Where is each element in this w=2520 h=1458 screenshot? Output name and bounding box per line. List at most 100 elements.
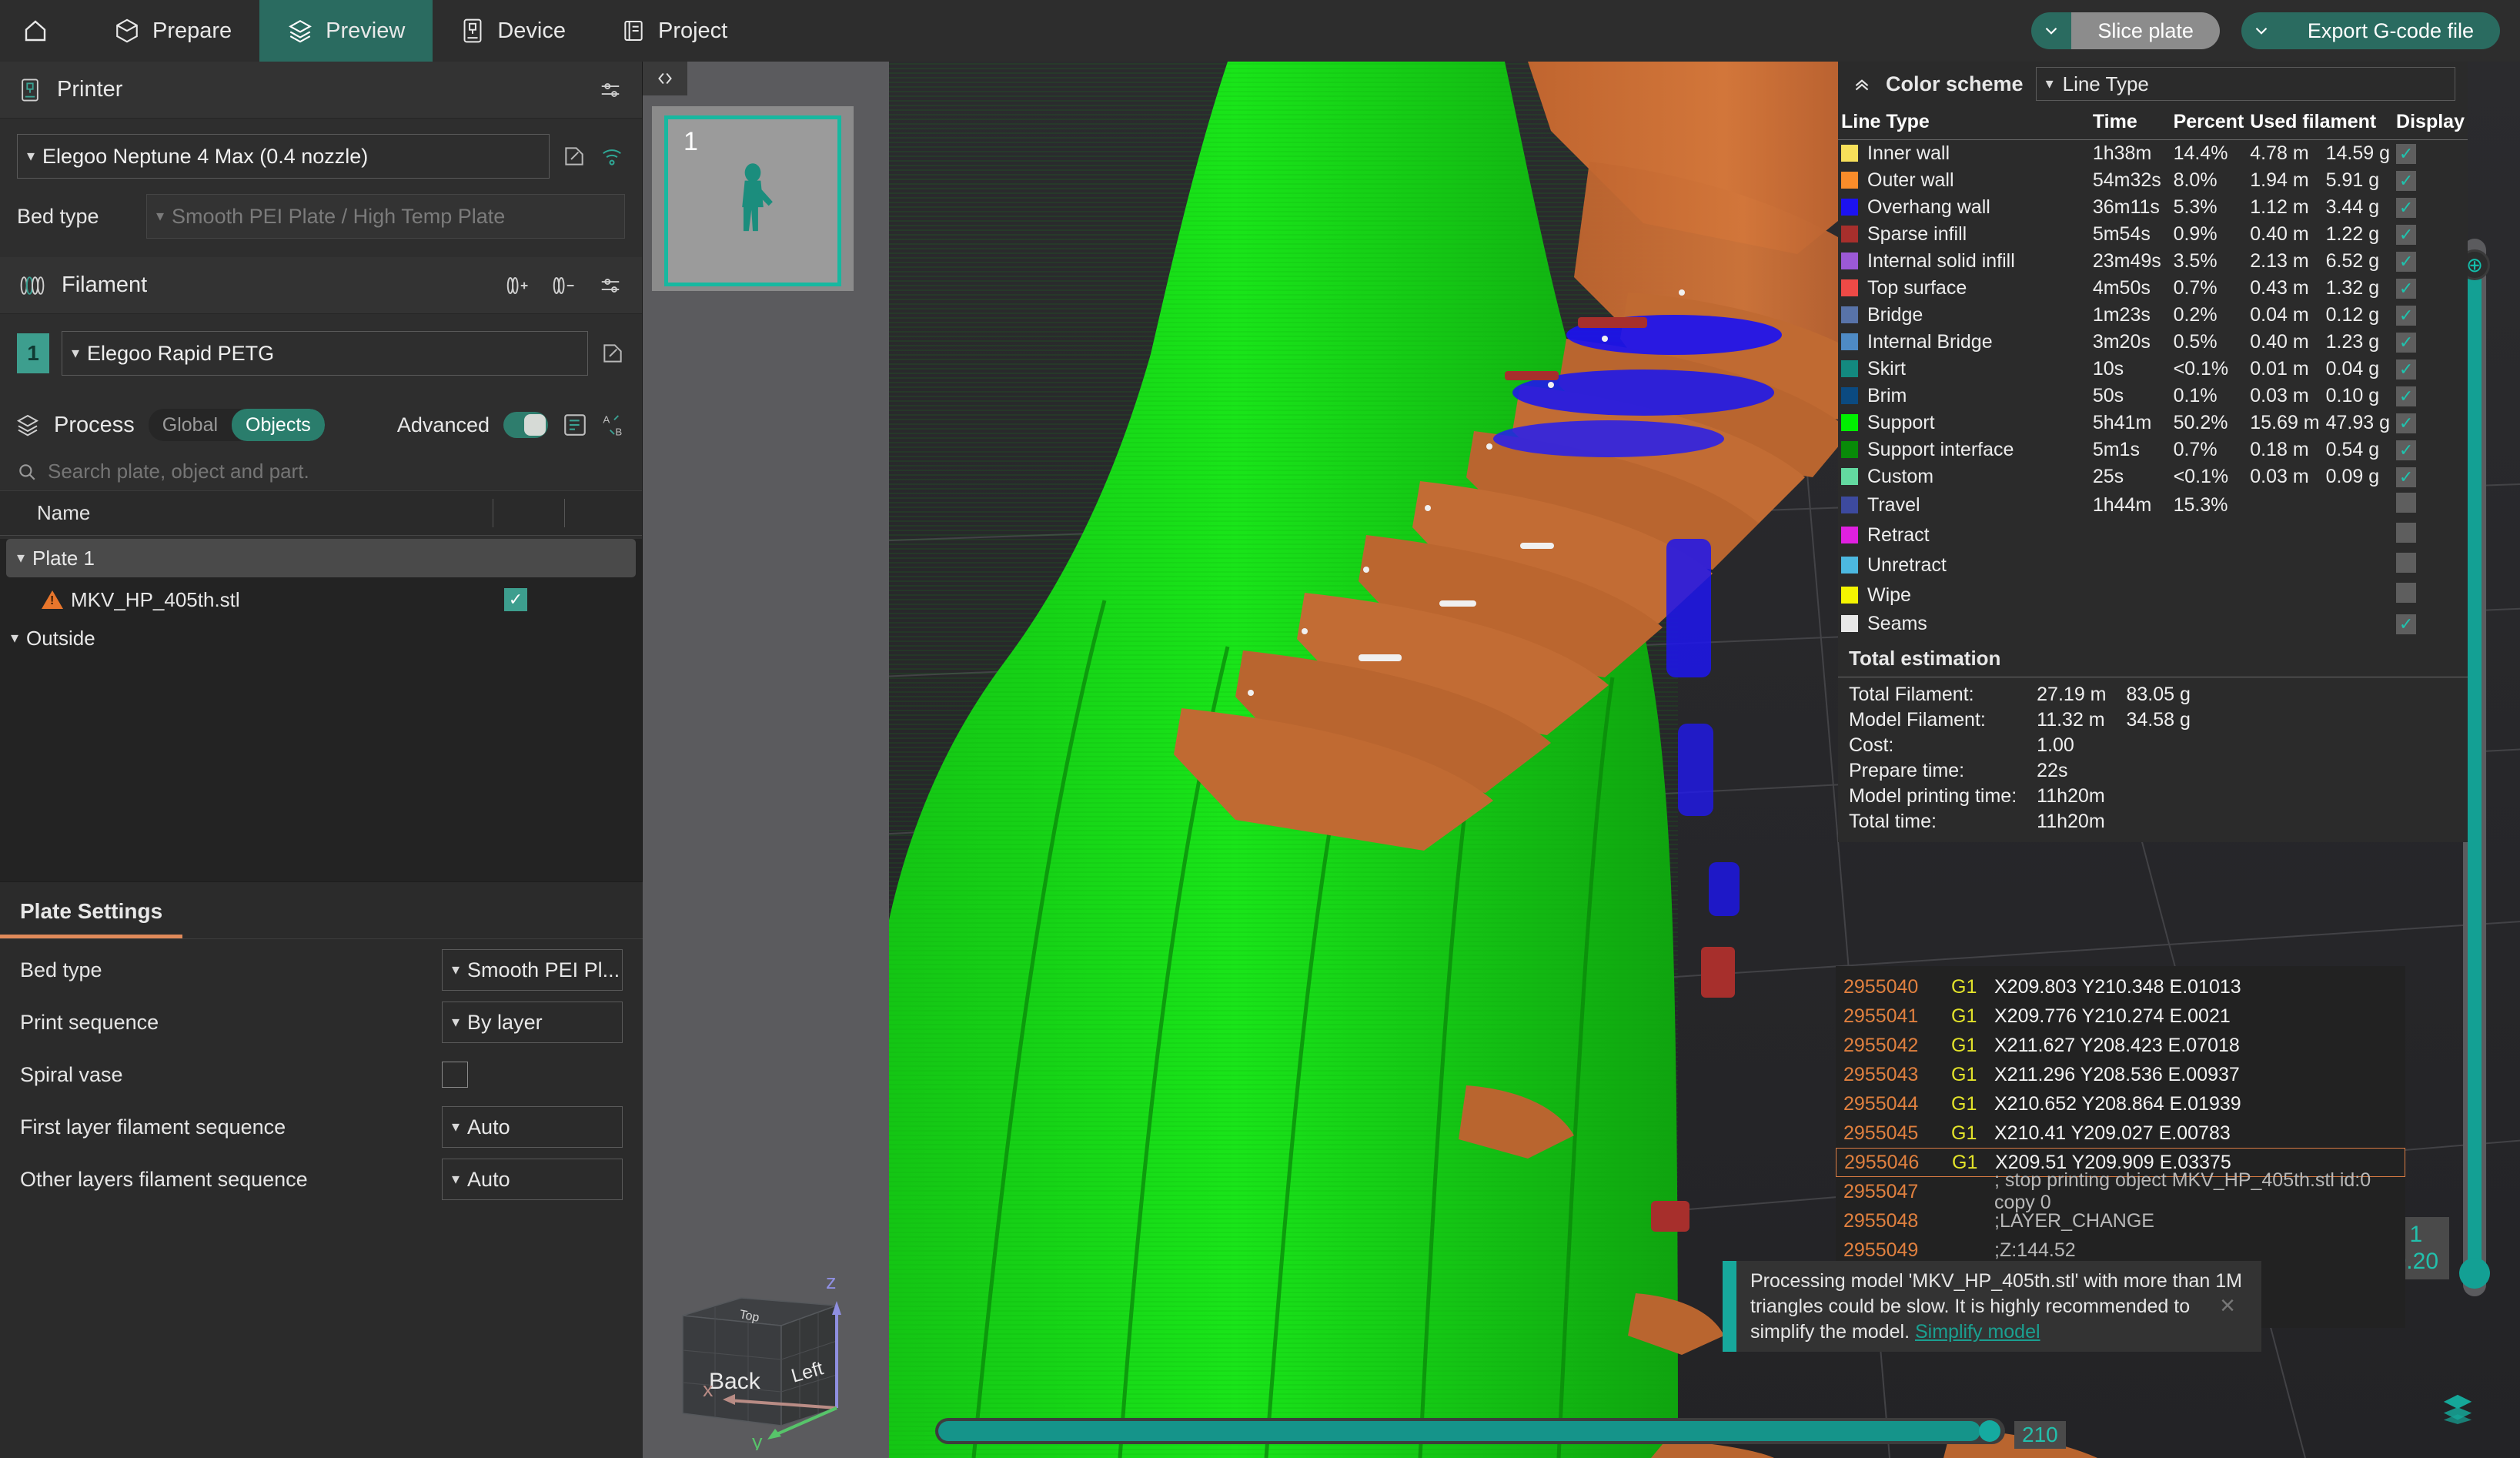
line-type-row[interactable]: Brim 50s 0.1% 0.03 m 0.10 g ✓ xyxy=(1838,383,2468,410)
tab-preview[interactable]: Preview xyxy=(259,0,433,62)
search-input[interactable] xyxy=(48,460,625,483)
sliders-icon[interactable] xyxy=(597,274,623,297)
line-type-display-checkbox[interactable]: ✓ xyxy=(2396,171,2417,191)
line-type-row[interactable]: Internal Bridge 3m20s 0.5% 0.40 m 1.23 g ✓ xyxy=(1838,329,2468,356)
line-type-display-checkbox[interactable]: ✓ xyxy=(2396,279,2417,299)
layers-view-icon[interactable] xyxy=(2440,1393,2475,1432)
export-gcode-dropdown-arrow[interactable] xyxy=(2241,12,2281,49)
plate-thumbnail[interactable]: 1 xyxy=(664,115,841,286)
line-type-row[interactable]: Support interface 5m1s 0.7% 0.18 m 0.54 g ✓ xyxy=(1838,436,2468,463)
gcode-line[interactable]: 2955045 G1 X210.41 Y209.027 E.00783 xyxy=(1836,1119,2405,1148)
tab-project[interactable]: Project xyxy=(593,0,755,62)
moves-slider[interactable] xyxy=(935,1418,2005,1444)
line-type-display-checkbox[interactable] xyxy=(2396,523,2417,543)
add-filament-icon[interactable] xyxy=(505,274,531,297)
line-type-row[interactable]: Outer wall 54m32s 8.0% 1.94 m 5.91 g ✓ xyxy=(1838,167,2468,194)
printer-model-select[interactable]: ▾ Elegoo Neptune 4 Max (0.4 nozzle) xyxy=(17,134,550,179)
line-type-row[interactable]: Unretract xyxy=(1838,550,2468,580)
line-type-display-checkbox[interactable]: ✓ xyxy=(2396,413,2417,433)
plate-settings-tab[interactable]: Plate Settings xyxy=(0,882,183,938)
remove-filament-icon[interactable] xyxy=(551,274,577,297)
line-type-display-checkbox[interactable]: ✓ xyxy=(2396,198,2417,218)
toast-close-button[interactable]: × xyxy=(2208,1286,2248,1326)
line-type-row[interactable]: Inner wall 1h38m 14.4% 4.78 m 14.59 g ✓ xyxy=(1838,140,2468,168)
gcode-line[interactable]: 2955047 ; stop printing object MKV_HP_405… xyxy=(1836,1169,2405,1213)
line-type-row[interactable]: Custom 25s <0.1% 0.03 m 0.09 g ✓ xyxy=(1838,463,2468,490)
line-type-row[interactable]: Sparse infill 5m54s 0.9% 0.40 m 1.22 g ✓ xyxy=(1838,221,2468,248)
collapse-up-icon[interactable] xyxy=(1850,74,1873,94)
slice-plate-split-button[interactable]: Slice plate xyxy=(2031,12,2220,49)
line-type-display-checkbox[interactable]: ✓ xyxy=(2396,614,2417,634)
process-scope-global[interactable]: Global xyxy=(149,409,232,441)
plate-other-layers-seq-select[interactable]: ▾ Auto xyxy=(442,1159,623,1200)
line-type-row[interactable]: Support 5h41m 50.2% 15.69 m 47.93 g ✓ xyxy=(1838,410,2468,436)
line-type-row[interactable]: Overhang wall 36m11s 5.3% 1.12 m 3.44 g ✓ xyxy=(1838,194,2468,221)
gcode-line[interactable]: 2955042 G1 X211.627 Y208.423 E.07018 xyxy=(1836,1031,2405,1060)
line-type-display-checkbox[interactable] xyxy=(2396,583,2417,603)
line-type-display-checkbox[interactable]: ✓ xyxy=(2396,225,2417,245)
export-gcode-button[interactable]: Export G-code file xyxy=(2281,12,2500,49)
line-type-display-cell xyxy=(2393,520,2468,550)
gcode-line[interactable]: 2955041 G1 X209.776 Y210.274 E.0021 xyxy=(1836,1002,2405,1031)
line-type-display-checkbox[interactable]: ✓ xyxy=(2396,386,2417,406)
list-view-icon[interactable] xyxy=(562,412,588,438)
layer-slider-bottom-handle[interactable] xyxy=(2459,1258,2490,1289)
line-type-weight: 0.10 g xyxy=(2325,385,2380,406)
line-type-display-checkbox[interactable]: ✓ xyxy=(2396,306,2417,326)
color-scheme-select[interactable]: ▾ Line Type xyxy=(2035,67,2455,101)
line-type-row[interactable]: Top surface 4m50s 0.7% 0.43 m 1.32 g ✓ xyxy=(1838,275,2468,302)
line-type-display-checkbox[interactable]: ✓ xyxy=(2396,252,2417,272)
chevron-down-icon[interactable]: ▾ xyxy=(11,630,18,646)
plate-bed-type-select[interactable]: ▾ Smooth PEI Pl... xyxy=(442,949,623,991)
gcode-line[interactable]: 2955043 G1 X211.296 Y208.536 E.00937 xyxy=(1836,1060,2405,1089)
line-type-display-checkbox[interactable]: ✓ xyxy=(2396,333,2417,353)
slice-plate-button[interactable]: Slice plate xyxy=(2071,12,2220,49)
plate-first-layer-seq-select[interactable]: ▾ Auto xyxy=(442,1106,623,1148)
edit-printer-icon[interactable] xyxy=(562,144,587,169)
tab-device[interactable]: Device xyxy=(433,0,593,62)
collapse-plate-list-button[interactable] xyxy=(643,62,687,95)
line-type-display-checkbox[interactable]: ✓ xyxy=(2396,144,2417,164)
export-gcode-split-button[interactable]: Export G-code file xyxy=(2241,12,2500,49)
plate-thumbnail-card[interactable]: 1 xyxy=(652,106,854,291)
slice-plate-dropdown-arrow[interactable] xyxy=(2031,12,2072,49)
line-type-display-checkbox[interactable] xyxy=(2396,493,2417,513)
line-type-display-checkbox[interactable]: ✓ xyxy=(2396,440,2417,460)
line-type-row[interactable]: Travel 1h44m 15.3% xyxy=(1838,490,2468,520)
line-type-row[interactable]: Seams ✓ xyxy=(1838,610,2468,637)
tree-row-model[interactable]: MKV_HP_405th.stl ✓ xyxy=(0,580,642,619)
line-type-row[interactable]: Bridge 1m23s 0.2% 0.04 m 0.12 g ✓ xyxy=(1838,302,2468,329)
advanced-toggle[interactable] xyxy=(503,412,548,438)
bed-type-select[interactable]: ▾ Smooth PEI Plate / High Temp Plate xyxy=(146,194,625,239)
plate-spiral-vase-checkbox[interactable] xyxy=(442,1062,468,1088)
line-type-display-checkbox[interactable]: ✓ xyxy=(2396,359,2417,380)
line-type-row[interactable]: Skirt 10s <0.1% 0.01 m 0.04 g ✓ xyxy=(1838,356,2468,383)
tab-prepare[interactable]: Prepare xyxy=(86,0,259,62)
line-type-display-checkbox[interactable] xyxy=(2396,553,2417,573)
toast-simplify-link[interactable]: Simplify model xyxy=(1915,1321,2040,1343)
line-type-row[interactable]: Retract xyxy=(1838,520,2468,550)
filament-section-title: Filament xyxy=(62,273,148,297)
line-type-display-checkbox[interactable]: ✓ xyxy=(2396,467,2417,487)
chevron-down-icon[interactable]: ▾ xyxy=(17,550,25,566)
plate-first-layer-seq-label: First layer filament sequence xyxy=(20,1115,286,1139)
home-button[interactable] xyxy=(8,0,63,62)
edit-filament-icon[interactable] xyxy=(600,341,625,366)
line-type-row[interactable]: Wipe xyxy=(1838,580,2468,610)
sort-ab-icon[interactable]: A B xyxy=(602,413,627,437)
process-scope-objects[interactable]: Objects xyxy=(232,409,325,441)
filament-select[interactable]: ▾ Elegoo Rapid PETG xyxy=(62,331,588,376)
gcode-line[interactable]: 2955040 G1 X209.803 Y210.348 E.01013 xyxy=(1836,972,2405,1002)
view-orientation-gizmo[interactable]: Back Left Top z x y xyxy=(658,1242,889,1453)
tree-row-outside[interactable]: ▾ Outside xyxy=(0,619,642,657)
wifi-icon[interactable] xyxy=(599,145,625,168)
printer-section-title: Printer xyxy=(57,77,123,102)
sliders-icon[interactable] xyxy=(597,79,623,102)
line-type-row[interactable]: Internal solid infill 23m49s 3.5% 2.13 m 6.5… xyxy=(1838,248,2468,275)
moves-slider-knob[interactable] xyxy=(1979,1420,2000,1442)
gcode-line[interactable]: 2955044 G1 X210.652 Y208.864 E.01939 xyxy=(1836,1089,2405,1119)
line-type-display-cell: ✓ xyxy=(2393,275,2468,302)
model-visible-checkbox[interactable]: ✓ xyxy=(504,588,527,611)
tree-row-plate[interactable]: ▾ Plate 1 xyxy=(6,539,636,577)
plate-print-sequence-select[interactable]: ▾ By layer xyxy=(442,1002,623,1043)
